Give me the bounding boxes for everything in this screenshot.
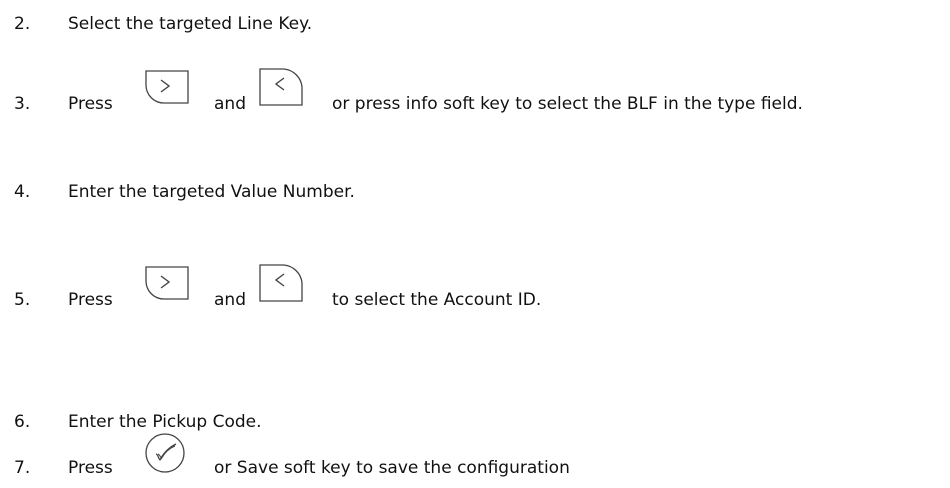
step-number: 4.: [14, 182, 31, 202]
right-arrow-key-icon: [142, 263, 192, 305]
step-text: Enter the Pickup Code.: [68, 412, 262, 432]
right-arrow-key-icon: [142, 67, 192, 109]
step-number: 3.: [14, 94, 31, 114]
step-text: Select the targeted Line Key.: [68, 14, 313, 34]
ok-check-key-icon: [142, 430, 188, 476]
step-number: 7.: [14, 458, 31, 478]
step-and-label: and: [214, 94, 246, 114]
step-and-label: and: [214, 290, 246, 310]
left-arrow-key-icon: [256, 65, 308, 109]
step-press-label: Press: [68, 94, 113, 114]
step-text: to select the Account ID.: [332, 290, 542, 310]
step-number: 2.: [14, 14, 31, 34]
step-number: 5.: [14, 290, 31, 310]
left-arrow-key-icon: [256, 261, 308, 305]
step-text: or Save soft key to save the configurati…: [214, 458, 570, 478]
step-number: 6.: [14, 412, 31, 432]
step-text: Enter the targeted Value Number.: [68, 182, 355, 202]
step-press-label: Press: [68, 290, 113, 310]
step-text: or press info soft key to select the BLF…: [332, 94, 803, 114]
step-press-label: Press: [68, 458, 113, 478]
